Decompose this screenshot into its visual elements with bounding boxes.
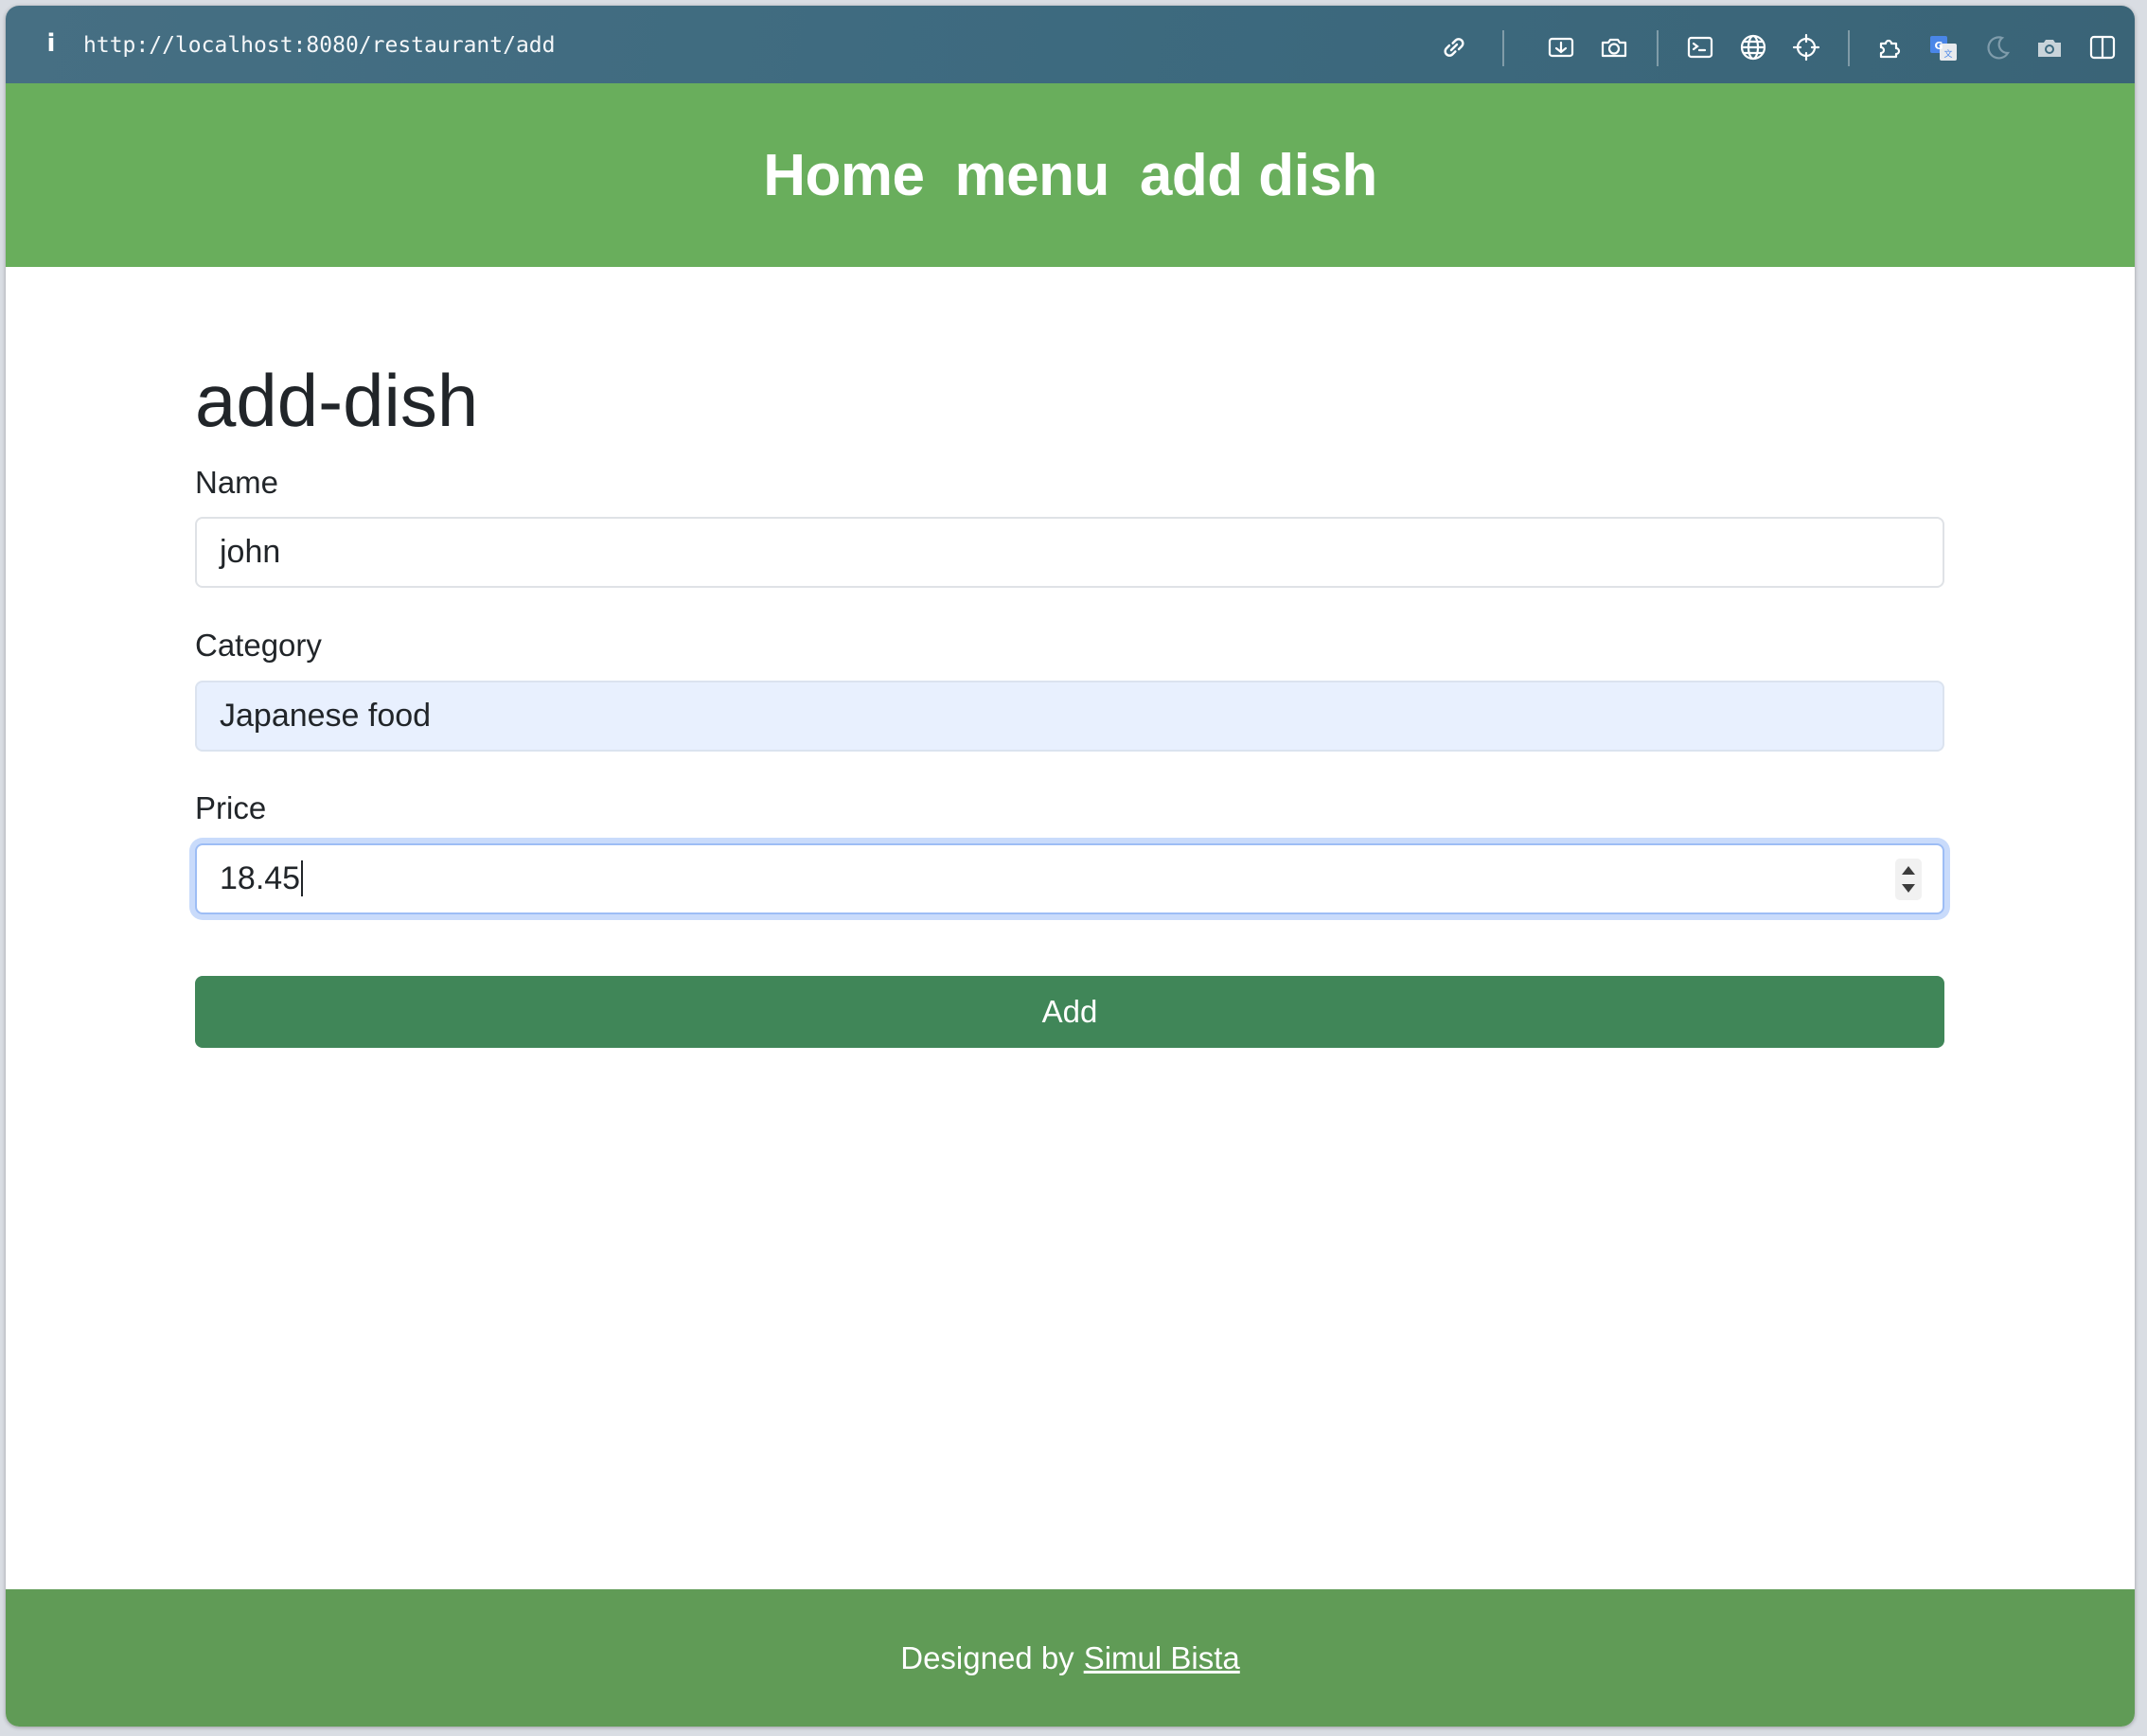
terminal-icon[interactable] xyxy=(1685,32,1715,62)
camera-icon[interactable] xyxy=(1599,32,1629,62)
price-input[interactable]: 18.45 xyxy=(195,843,1944,914)
translate-icon[interactable]: G 文 xyxy=(1928,32,1959,62)
nav-menu-link[interactable]: menu xyxy=(955,142,1110,209)
toolbar-separator xyxy=(1502,30,1504,66)
name-input[interactable]: john xyxy=(195,517,1944,588)
price-stepper[interactable] xyxy=(1895,859,1922,900)
category-input[interactable]: Japanese food xyxy=(195,681,1944,752)
camera-alt-icon[interactable] xyxy=(2034,32,2065,62)
add-button[interactable]: Add xyxy=(195,976,1944,1048)
svg-text:文: 文 xyxy=(1943,48,1952,60)
category-label: Category xyxy=(195,628,322,663)
moon-icon[interactable] xyxy=(1981,32,2012,62)
toolbar-separator xyxy=(1848,30,1850,66)
footer-author-link[interactable]: Simul Bista xyxy=(1084,1640,1240,1676)
stepper-down-icon[interactable] xyxy=(1902,884,1915,893)
nav-add-dish-link[interactable]: add dish xyxy=(1140,142,1377,209)
text-caret xyxy=(301,860,304,897)
name-input-value: john xyxy=(220,534,281,570)
name-label: Name xyxy=(195,465,279,500)
footer-credit-text: Designed by xyxy=(900,1639,1074,1675)
address-bar-url[interactable]: http://localhost:8080/restaurant/add xyxy=(83,30,556,61)
price-label: Price xyxy=(195,790,267,825)
screen-capture-icon[interactable] xyxy=(1546,32,1576,62)
browser-window: i http://localhost:8080/restaurant/add G… xyxy=(6,6,2135,1727)
nav-home-link[interactable]: Home xyxy=(763,142,925,209)
browser-toolbar: i http://localhost:8080/restaurant/add G… xyxy=(6,6,2135,84)
link-icon[interactable] xyxy=(1439,32,1469,62)
category-input-value: Japanese food xyxy=(220,698,432,734)
svg-text:G: G xyxy=(1934,40,1943,52)
page-title: add-dish xyxy=(195,359,479,442)
price-input-value: 18.45 xyxy=(220,860,301,896)
toolbar-separator xyxy=(1657,30,1659,66)
crosshair-icon[interactable] xyxy=(1791,32,1821,62)
footer: Designed by Simul Bista xyxy=(6,1589,2135,1727)
extensions-icon[interactable] xyxy=(1875,32,1906,62)
info-icon[interactable]: i xyxy=(40,27,62,61)
globe-icon[interactable] xyxy=(1738,32,1768,62)
sidebar-icon[interactable] xyxy=(2087,32,2118,62)
stepper-up-icon[interactable] xyxy=(1902,866,1915,875)
app-header-nav: Home menu add dish xyxy=(6,83,2135,267)
